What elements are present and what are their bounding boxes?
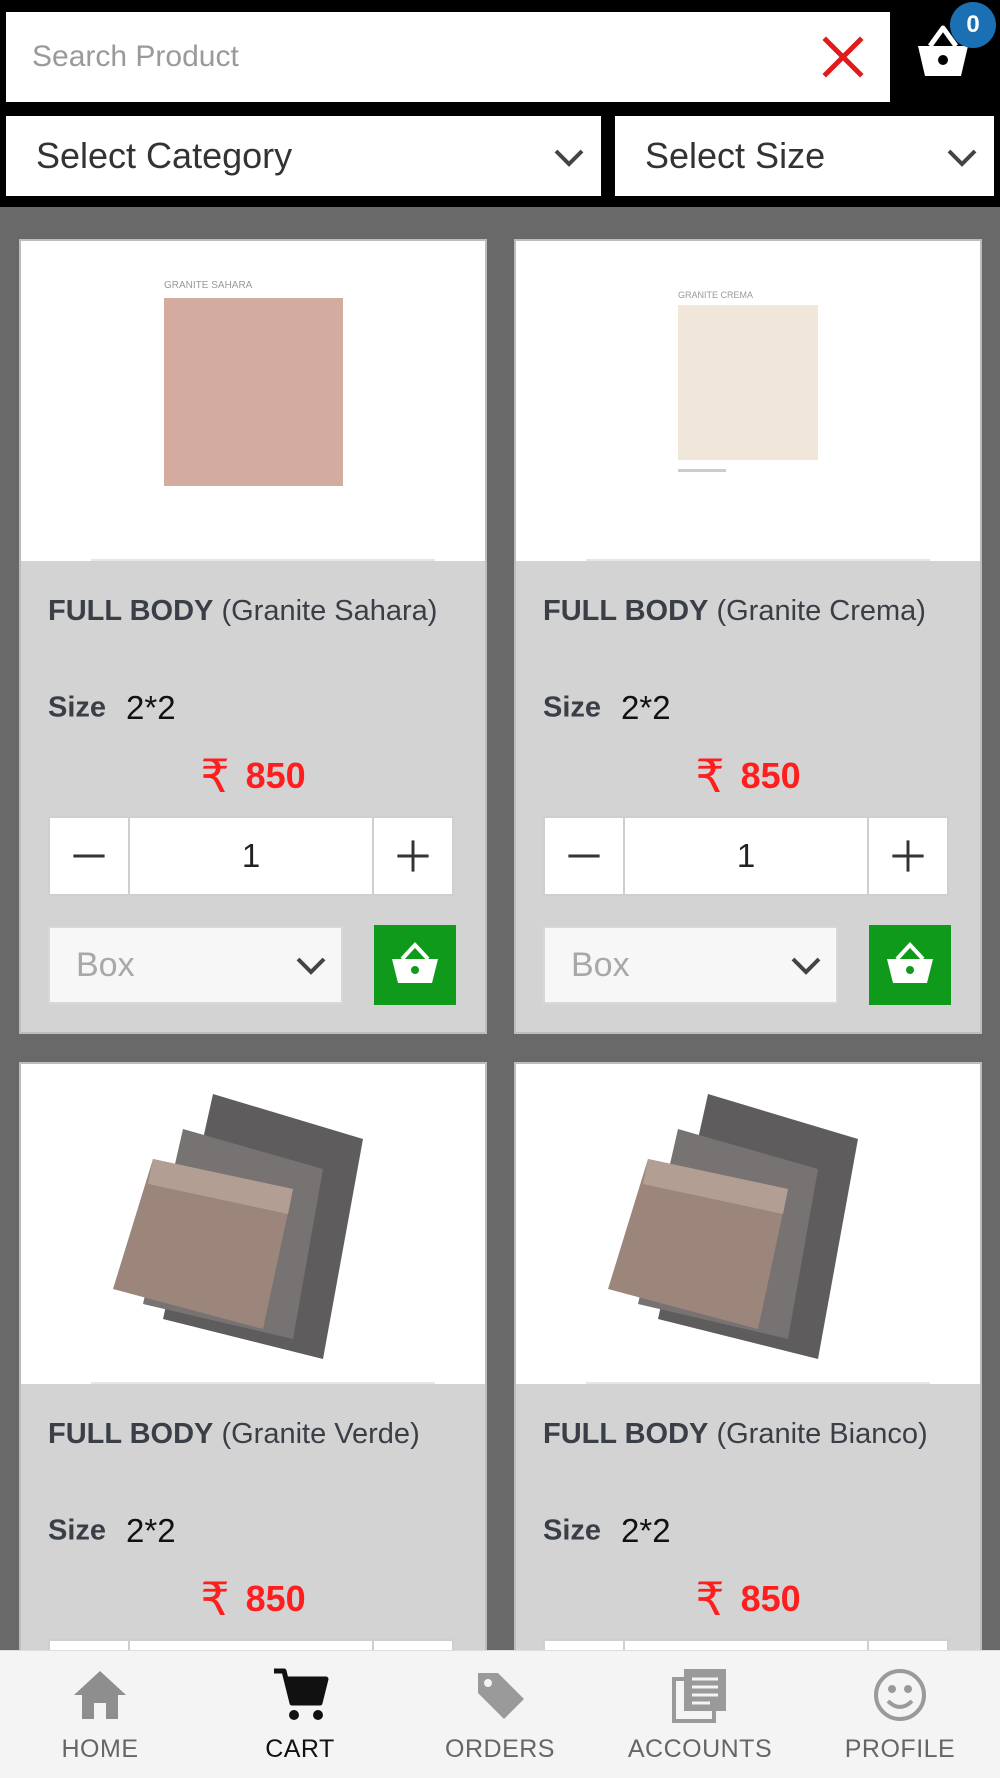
product-price: ₹850 [200,750,306,802]
plus-icon[interactable] [372,1641,452,1650]
nav-label: HOME [61,1735,139,1763]
unit-select-label: Box [571,946,630,984]
nav-label: PROFILE [844,1735,956,1763]
product-size: Size 2*2 [543,689,671,726]
product-card: FULL BODY (Granite Bianco) Size 2*2 ₹850 … [514,1062,982,1650]
chevron-down-icon [791,957,821,975]
quantity-stepper: 1 [48,816,454,896]
product-name: FULL BODY (Granite Crema) [543,595,926,627]
bottom-navigation: HOME CART ORDERS ACCOUNTS PROFILE [0,1650,1000,1778]
product-price: ₹850 [200,1573,306,1625]
rupee-icon: ₹ [695,750,725,802]
home-icon [74,1671,126,1719]
product-card: GRANITE SAHARA FULL BODY (Granite Sahara… [19,239,487,1034]
quantity-value[interactable]: 1 [627,818,865,894]
size-select[interactable]: Select Size [615,116,994,196]
divider [586,1382,930,1384]
search-bar [6,12,890,102]
quantity-stepper: 1 [48,1639,454,1650]
close-icon[interactable] [818,32,868,82]
image-caption: GRANITE CREMA [678,290,753,300]
rupee-icon: ₹ [695,1573,725,1625]
plus-icon[interactable] [867,818,947,894]
product-image: GRANITE CREMA [516,241,980,561]
product-image [21,1064,485,1384]
product-grid: GRANITE SAHARA FULL BODY (Granite Sahara… [0,207,1000,1650]
divider [91,559,435,561]
unit-select[interactable]: Box [48,926,343,1004]
cart-count-badge: 0 [950,2,996,48]
minus-icon[interactable] [50,818,130,894]
add-to-cart-button[interactable] [869,925,951,1005]
minus-icon[interactable] [545,818,625,894]
product-name: FULL BODY (Granite Verde) [48,1418,420,1450]
product-size: Size 2*2 [543,1512,671,1549]
quantity-value[interactable]: 1 [132,1641,370,1650]
product-price: ₹850 [695,750,801,802]
cart-icon [274,1668,329,1720]
category-select[interactable]: Select Category [6,116,601,196]
rupee-icon: ₹ [200,1573,230,1625]
product-card: GRANITE CREMA FULL BODY (Granite Crema) … [514,239,982,1034]
chevron-down-icon [296,957,326,975]
chevron-down-icon [947,149,977,167]
search-input[interactable] [32,12,792,102]
product-size: Size 2*2 [48,689,176,726]
divider [91,1382,435,1384]
minus-icon[interactable] [50,1641,130,1650]
unit-select[interactable]: Box [543,926,838,1004]
ledger-icon [672,1669,726,1723]
product-card: FULL BODY (Granite Verde) Size2*2 ₹850 1 [19,1062,487,1650]
nav-profile[interactable]: PROFILE [800,1651,1000,1778]
plus-icon[interactable] [867,1641,947,1650]
quantity-stepper: 1 [543,816,949,896]
category-select-label: Select Category [36,135,293,176]
divider [586,559,930,561]
size-select-label: Select Size [645,135,826,176]
nav-label: CART [265,1735,335,1763]
product-image [516,1064,980,1384]
unit-select-label: Box [76,946,135,984]
product-size: Size 2*2 [48,1512,176,1549]
quantity-stepper: 1 [543,1639,949,1650]
rupee-icon: ₹ [200,750,230,802]
quantity-value[interactable]: 1 [132,818,370,894]
minus-icon[interactable] [545,1641,625,1650]
chevron-down-icon [554,149,584,167]
product-name: FULL BODY (Granite Sahara) [48,595,438,627]
smiley-icon [874,1669,926,1721]
nav-home[interactable]: HOME [0,1651,200,1778]
add-to-cart-button[interactable] [374,925,456,1005]
product-image: GRANITE SAHARA [21,241,485,561]
quantity-value[interactable]: 1 [627,1641,865,1650]
nav-label: ORDERS [445,1735,555,1763]
product-name: FULL BODY (Granite Bianco) [543,1418,928,1450]
top-bar: 0 Select Category Select Size [0,0,1000,207]
nav-orders[interactable]: ORDERS [400,1651,600,1778]
nav-cart[interactable]: CART [200,1651,400,1778]
image-caption: GRANITE SAHARA [164,280,253,291]
product-price: ₹850 [695,1573,801,1625]
nav-label: ACCOUNTS [627,1735,773,1763]
nav-accounts[interactable]: ACCOUNTS [600,1651,800,1778]
tag-icon [478,1673,524,1719]
plus-icon[interactable] [372,818,452,894]
